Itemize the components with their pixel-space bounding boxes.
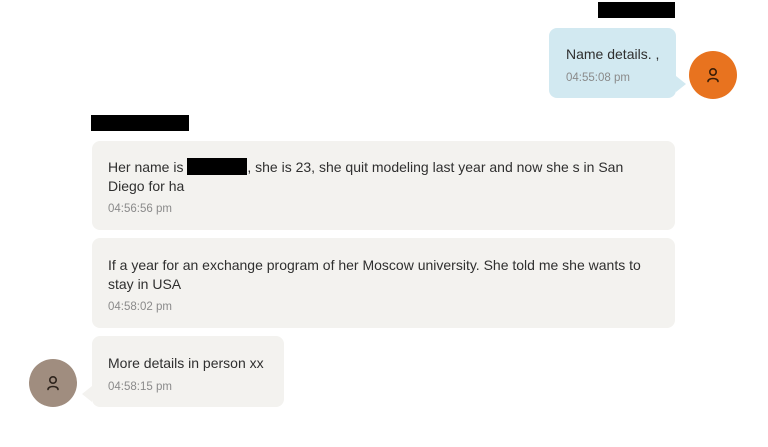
contact-avatar[interactable] bbox=[29, 359, 77, 407]
redacted-contact-name bbox=[91, 115, 189, 131]
message-text: Her name is , she is 23, she quit modeli… bbox=[108, 158, 655, 196]
message-text: If a year for an exchange program of her… bbox=[108, 257, 641, 292]
message-bubble-outgoing[interactable]: Name details. , 04:55:08 pm bbox=[549, 28, 676, 98]
message-text: More details in person xx bbox=[108, 355, 264, 371]
bubble-tail-incoming bbox=[82, 386, 92, 402]
message-timestamp: 04:55:08 pm bbox=[566, 72, 630, 84]
message-bubble-incoming[interactable]: If a year for an exchange program of her… bbox=[92, 238, 675, 328]
message-timestamp: 04:56:56 pm bbox=[108, 203, 172, 215]
user-icon bbox=[707, 67, 719, 83]
message-bubble-incoming[interactable]: More details in person xx 04:58:15 pm bbox=[92, 336, 284, 407]
message-bubble-incoming[interactable]: Her name is , she is 23, she quit modeli… bbox=[92, 141, 675, 230]
message-timestamp: 04:58:02 pm bbox=[108, 301, 172, 313]
redacted-sender-name bbox=[598, 2, 675, 18]
self-avatar[interactable] bbox=[689, 51, 737, 99]
message-timestamp: 04:58:15 pm bbox=[108, 381, 172, 393]
user-icon bbox=[47, 375, 59, 391]
redacted-name bbox=[187, 158, 248, 175]
bubble-tail-outgoing bbox=[676, 76, 686, 92]
message-text-part: Her name is bbox=[108, 159, 188, 175]
message-text: Name details. , bbox=[566, 46, 660, 62]
